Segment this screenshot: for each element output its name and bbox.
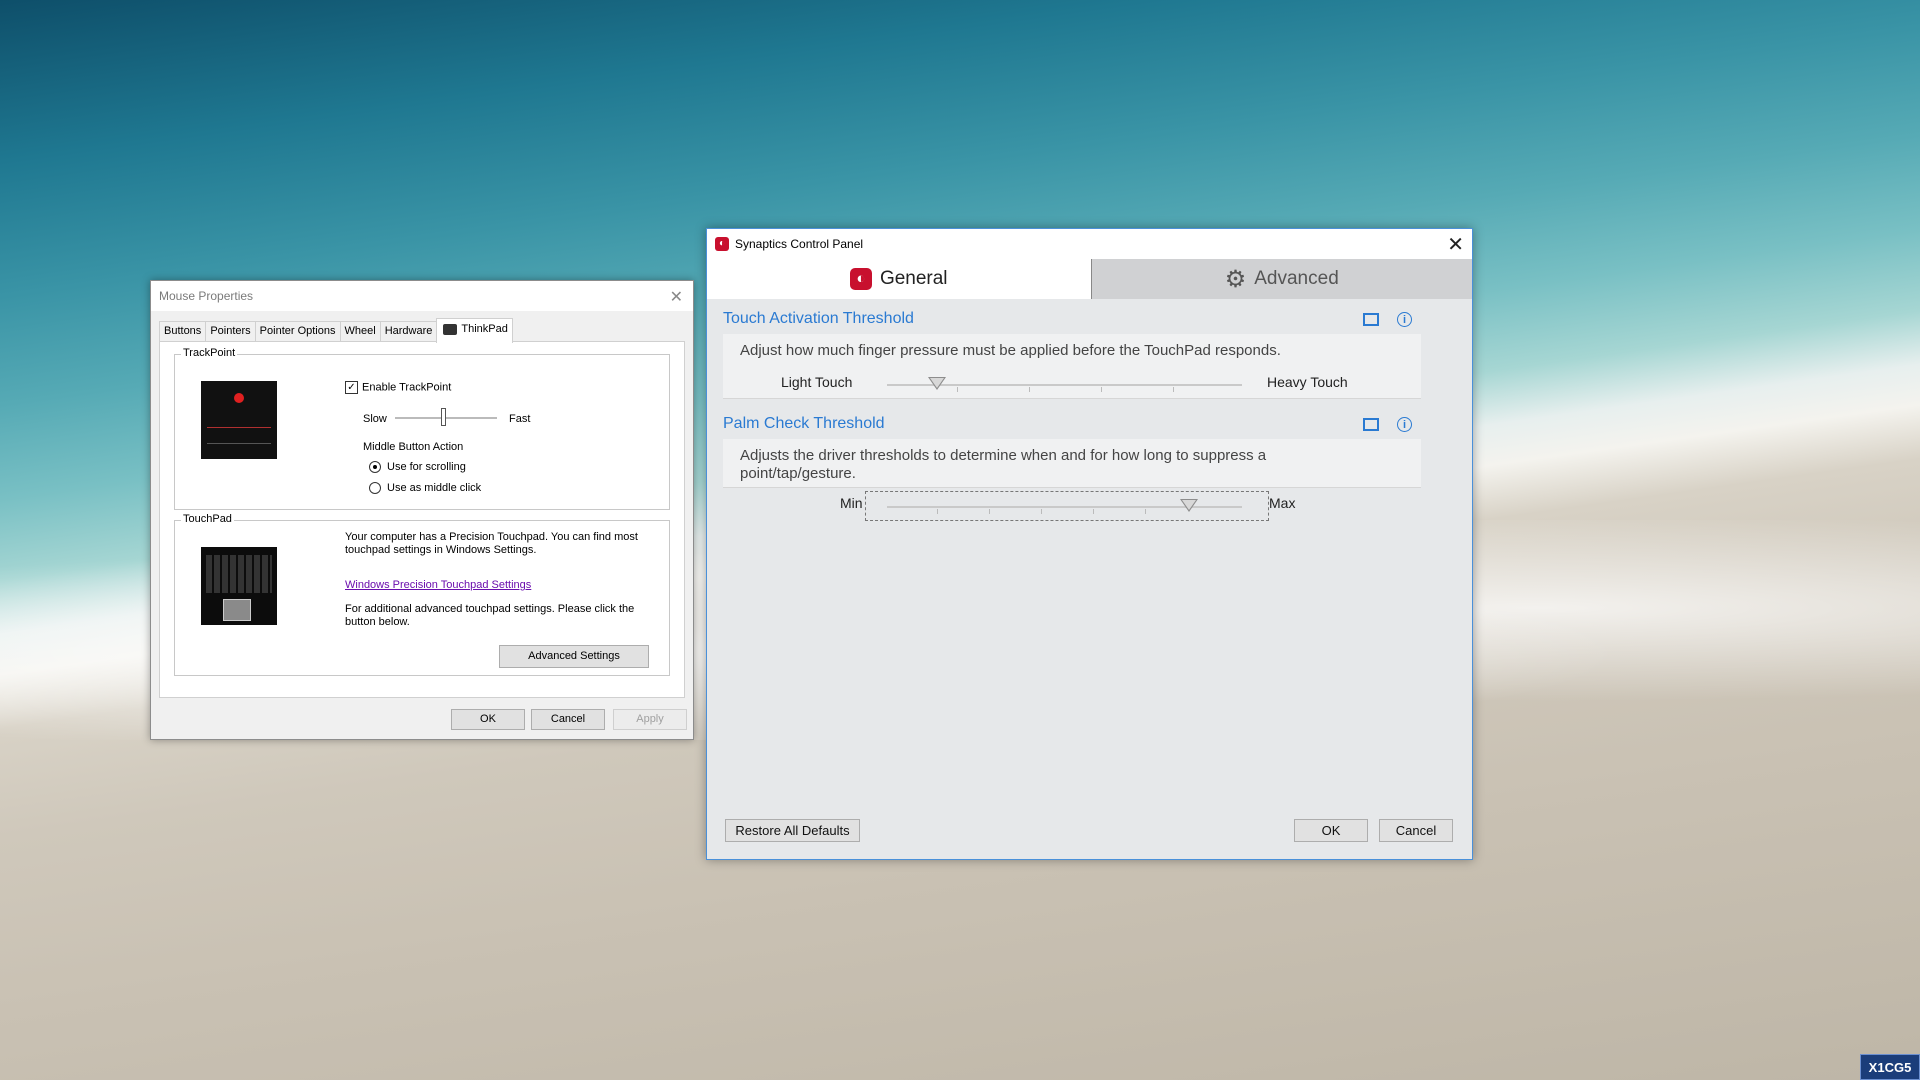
gear-icon: ⚙ bbox=[1224, 265, 1247, 293]
palm-check-title: Palm Check Threshold bbox=[723, 415, 885, 432]
speed-slider-track[interactable] bbox=[395, 417, 497, 419]
ok-button[interactable]: OK bbox=[1294, 819, 1368, 842]
thinkpad-panel: TrackPoint ✓ Enable TrackPoint Slow Fast … bbox=[159, 341, 685, 698]
radio-selected-icon bbox=[369, 461, 381, 474]
synaptics-logo-icon: ◐ bbox=[715, 237, 729, 251]
tab-thinkpad-label: ThinkPad bbox=[461, 323, 508, 335]
speed-slider-thumb[interactable] bbox=[441, 408, 446, 426]
trackpoint-image bbox=[201, 381, 277, 459]
synaptics-logo-icon: ◐ bbox=[849, 268, 872, 290]
model-badge: X1CG5 bbox=[1860, 1054, 1920, 1080]
video-icon[interactable] bbox=[1363, 418, 1379, 431]
window-title: Synaptics Control Panel bbox=[735, 237, 864, 251]
info-icon[interactable]: i bbox=[1397, 417, 1412, 432]
light-touch-label: Light Touch bbox=[781, 374, 853, 390]
close-icon[interactable]: ✕ bbox=[1447, 232, 1464, 257]
max-label: Max bbox=[1269, 495, 1296, 511]
speed-fast-label: Fast bbox=[509, 413, 531, 425]
trackpoint-group: TrackPoint ✓ Enable TrackPoint Slow Fast … bbox=[174, 347, 670, 510]
tab-general[interactable]: ◐ General bbox=[707, 259, 1091, 299]
info-icon[interactable]: i bbox=[1397, 312, 1412, 327]
tab-advanced-label: Advanced bbox=[1254, 268, 1339, 289]
radio-use-as-middle-click[interactable]: Use as middle click bbox=[369, 482, 482, 495]
min-label: Min bbox=[840, 495, 863, 511]
tab-general-label: General bbox=[879, 268, 948, 289]
thinkpad-icon bbox=[443, 323, 458, 335]
enable-trackpoint-checkbox[interactable]: ✓ Enable TrackPoint bbox=[345, 381, 451, 394]
middle-click-label: Use as middle click bbox=[387, 482, 482, 494]
heavy-touch-label: Heavy Touch bbox=[1267, 374, 1348, 390]
tab-pointer-options[interactable]: Pointer Options bbox=[254, 321, 341, 342]
touchpad-group: TouchPad Your computer has a Precision T… bbox=[174, 513, 670, 676]
advanced-settings-button[interactable]: Advanced Settings bbox=[499, 645, 649, 668]
tab-wheel[interactable]: Wheel bbox=[339, 321, 381, 342]
checkmark-icon: ✓ bbox=[345, 381, 358, 394]
tab-hardware[interactable]: Hardware bbox=[379, 321, 438, 342]
speed-slow-label: Slow bbox=[363, 413, 387, 425]
windows-precision-touchpad-link[interactable]: Windows Precision Touchpad Settings bbox=[345, 579, 531, 591]
touchpad-group-label: TouchPad bbox=[181, 513, 234, 525]
synaptics-window: ◐ Synaptics Control Panel ✕ ◐ General ⚙ … bbox=[706, 228, 1473, 860]
cancel-button[interactable]: Cancel bbox=[531, 709, 605, 730]
mouse-tabs: Buttons Pointers Pointer Options Wheel H… bbox=[159, 318, 513, 343]
window-title: Mouse Properties bbox=[159, 289, 254, 303]
close-icon[interactable]: ✕ bbox=[670, 287, 683, 307]
mouse-properties-window: Mouse Properties ✕ Buttons Pointers Poin… bbox=[150, 280, 694, 740]
touchpad-image bbox=[201, 547, 277, 625]
advanced-settings-description: For additional advanced touchpad setting… bbox=[345, 603, 635, 628]
radio-unselected-icon bbox=[369, 482, 381, 495]
mouse-properties-titlebar[interactable]: Mouse Properties ✕ bbox=[151, 281, 693, 311]
palm-slider-thumb[interactable] bbox=[1179, 499, 1198, 512]
synaptics-tabs: ◐ General ⚙ Advanced bbox=[707, 259, 1472, 299]
trackpoint-dot bbox=[234, 393, 244, 403]
enable-trackpoint-label: Enable TrackPoint bbox=[362, 381, 452, 394]
touchpad-description: Your computer has a Precision Touchpad. … bbox=[345, 531, 638, 556]
apply-button[interactable]: Apply bbox=[613, 709, 687, 730]
tab-pointers[interactable]: Pointers bbox=[205, 321, 256, 342]
touch-slider-thumb[interactable] bbox=[927, 377, 946, 390]
tab-buttons[interactable]: Buttons bbox=[159, 321, 207, 342]
trackpoint-group-label: TrackPoint bbox=[181, 347, 238, 359]
middle-button-action-label: Middle Button Action bbox=[363, 441, 464, 453]
ok-button[interactable]: OK bbox=[451, 709, 525, 730]
touch-activation-description: Adjust how much finger pressure must be … bbox=[740, 342, 1281, 359]
touch-activation-title: Touch Activation Threshold bbox=[723, 310, 914, 327]
tab-advanced[interactable]: ⚙ Advanced bbox=[1090, 259, 1472, 299]
scrolling-label: Use for scrolling bbox=[387, 461, 466, 473]
synaptics-titlebar[interactable]: ◐ Synaptics Control Panel ✕ bbox=[707, 229, 1472, 259]
radio-use-for-scrolling[interactable]: Use for scrolling bbox=[369, 461, 466, 474]
restore-all-defaults-button[interactable]: Restore All Defaults bbox=[725, 819, 860, 842]
cancel-button[interactable]: Cancel bbox=[1379, 819, 1453, 842]
tab-thinkpad[interactable]: ThinkPad bbox=[436, 318, 513, 343]
mouse-cursor-icon bbox=[1037, 240, 1049, 258]
palm-check-description: Adjusts the driver thresholds to determi… bbox=[740, 447, 1267, 482]
video-icon[interactable] bbox=[1363, 313, 1379, 326]
